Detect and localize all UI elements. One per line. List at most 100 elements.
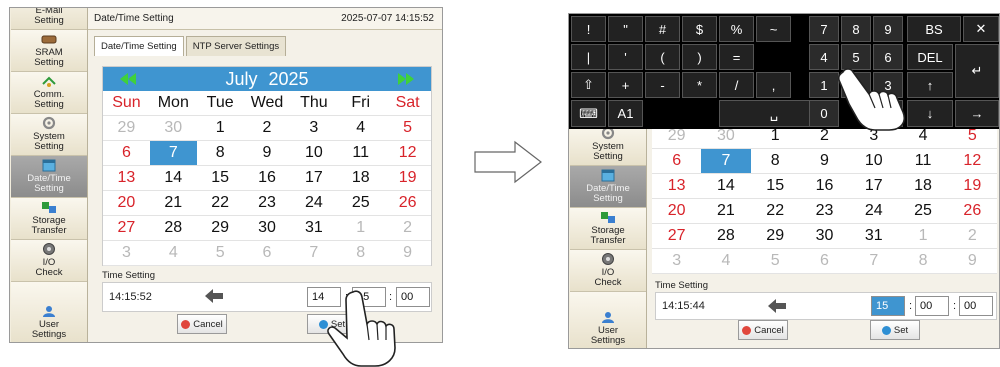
calendar-day[interactable]: 9 [799, 149, 850, 174]
calendar-day[interactable]: 19 [947, 174, 997, 199]
calendar-day[interactable]: 5 [750, 249, 800, 274]
calendar-day[interactable]: 6 [652, 149, 702, 174]
calendar-day[interactable]: 11 [898, 149, 948, 174]
calendar-day[interactable]: 27 [103, 216, 150, 241]
numpad-key-8[interactable]: 8 [841, 16, 871, 42]
calendar-day[interactable]: 3 [290, 116, 338, 141]
calendar-day[interactable]: 24 [849, 199, 899, 224]
calendar-day[interactable]: 7 [701, 149, 751, 174]
calendar-day[interactable]: 5 [196, 241, 244, 266]
sidebar-item-e-mail[interactable]: E-Mail Setting [11, 8, 87, 30]
calendar-day[interactable]: 8 [898, 249, 948, 274]
sidebar-item-system[interactable]: System Setting [11, 114, 87, 156]
prev-month-icon[interactable] [119, 71, 137, 87]
key-symbol[interactable]: ) [682, 44, 717, 70]
shift-key[interactable]: ⇧ [571, 72, 606, 98]
calendar-day[interactable]: 9 [384, 241, 432, 266]
key-symbol[interactable]: ~ [756, 16, 791, 42]
calendar-day[interactable]: 23 [799, 199, 850, 224]
sidebar-item-date-time[interactable]: Date/Time Setting [570, 166, 646, 208]
minute-input[interactable]: 00 [915, 296, 949, 316]
sidebar-item-sram[interactable]: SRAM Setting [11, 30, 87, 72]
key-symbol[interactable]: / [719, 72, 754, 98]
calendar-day[interactable]: 19 [384, 166, 432, 191]
key-symbol[interactable]: % [719, 16, 754, 42]
calendar-day[interactable]: 30 [243, 216, 291, 241]
calendar-day[interactable]: 17 [290, 166, 338, 191]
key-symbol[interactable]: # [645, 16, 680, 42]
calendar-day[interactable]: 7 [290, 241, 338, 266]
copy-time-arrow-icon[interactable] [205, 289, 223, 303]
calendar-day[interactable]: 30 [149, 116, 197, 141]
key-symbol[interactable]: " [608, 16, 643, 42]
calendar-day[interactable]: 10 [849, 149, 899, 174]
calendar-day[interactable]: 24 [290, 191, 338, 216]
keyboard-toggle-key[interactable]: ⌨ [571, 100, 606, 127]
close-keyboard-icon[interactable]: ✕ [963, 16, 999, 42]
sidebar-item-i-o[interactable]: I/O Check [570, 250, 646, 292]
calendar-day[interactable]: 4 [149, 241, 197, 266]
calendar-day[interactable]: 26 [384, 191, 432, 216]
next-month-icon[interactable] [397, 71, 415, 87]
numpad-key-9[interactable]: 9 [873, 16, 903, 42]
right-arrow-key[interactable]: → [955, 100, 999, 127]
calendar-day[interactable]: 4 [337, 116, 385, 141]
calendar-day[interactable]: 13 [652, 174, 702, 199]
calendar-day[interactable]: 29 [750, 224, 800, 249]
key-symbol[interactable]: ' [608, 44, 643, 70]
hour-input[interactable]: 15 [871, 296, 905, 316]
calendar-year[interactable]: 2025 [268, 69, 308, 89]
key-symbol[interactable]: - [645, 72, 680, 98]
calendar-day[interactable]: 29 [196, 216, 244, 241]
calendar-day[interactable]: 16 [799, 174, 850, 199]
calendar-day[interactable]: 12 [384, 141, 432, 166]
second-input[interactable]: 00 [959, 296, 993, 316]
key-symbol[interactable]: = [719, 44, 754, 70]
calendar-day[interactable]: 29 [103, 116, 150, 141]
calendar-day[interactable]: 1 [196, 116, 244, 141]
key-symbol[interactable]: ( [645, 44, 680, 70]
cancel-button[interactable]: Cancel [738, 320, 788, 340]
calendar-day[interactable]: 20 [103, 191, 150, 216]
calendar-day[interactable]: 3 [652, 249, 702, 274]
calendar-day[interactable]: 28 [701, 224, 751, 249]
numpad-key-6[interactable]: 6 [873, 44, 903, 70]
sidebar-item-storage[interactable]: Storage Transfer [570, 208, 646, 250]
calendar-day[interactable]: 9 [947, 249, 997, 274]
sidebar-item-comm-[interactable]: Comm. Setting [11, 72, 87, 114]
calendar-day[interactable]: 10 [290, 141, 338, 166]
calendar-day[interactable]: 17 [849, 174, 899, 199]
key-symbol[interactable]: , [756, 72, 791, 98]
calendar-day[interactable]: 8 [196, 141, 244, 166]
calendar-day[interactable]: 18 [337, 166, 385, 191]
calendar-day[interactable]: 14 [149, 166, 197, 191]
calendar-day[interactable]: 2 [384, 216, 432, 241]
calendar-day[interactable]: 3 [103, 241, 150, 266]
sidebar-item-storage[interactable]: Storage Transfer [11, 198, 87, 240]
key-symbol[interactable]: $ [682, 16, 717, 42]
calendar-day[interactable]: 8 [337, 241, 385, 266]
calendar-day[interactable]: 2 [947, 224, 997, 249]
sidebar-item-user[interactable]: User Settings [11, 282, 87, 342]
calendar-day[interactable]: 6 [103, 141, 150, 166]
calendar-day[interactable]: 1 [337, 216, 385, 241]
sidebar-item-date-time[interactable]: Date/Time Setting [11, 156, 87, 198]
calendar-day[interactable]: 13 [103, 166, 150, 191]
up-arrow-key[interactable]: ↑ [907, 72, 953, 98]
calendar-day[interactable]: 20 [652, 199, 702, 224]
key-symbol[interactable]: * [682, 72, 717, 98]
calendar-day[interactable]: 2 [243, 116, 291, 141]
sidebar-item-system[interactable]: System Setting [570, 124, 646, 166]
calendar-day[interactable]: 8 [750, 149, 800, 174]
set-button[interactable]: Set [870, 320, 920, 340]
sidebar-item-i-o[interactable]: I/O Check [11, 240, 87, 282]
calendar-day[interactable]: 31 [849, 224, 899, 249]
calendar-day[interactable]: 15 [196, 166, 244, 191]
calendar-month[interactable]: July [225, 69, 257, 89]
down-arrow-key[interactable]: ↓ [907, 100, 953, 127]
sidebar-item-user[interactable]: User Settings [570, 292, 646, 348]
language-key[interactable]: A1 [608, 100, 643, 127]
calendar-day[interactable]: 21 [701, 199, 751, 224]
calendar-day[interactable]: 15 [750, 174, 800, 199]
calendar-day[interactable]: 5 [384, 116, 432, 141]
